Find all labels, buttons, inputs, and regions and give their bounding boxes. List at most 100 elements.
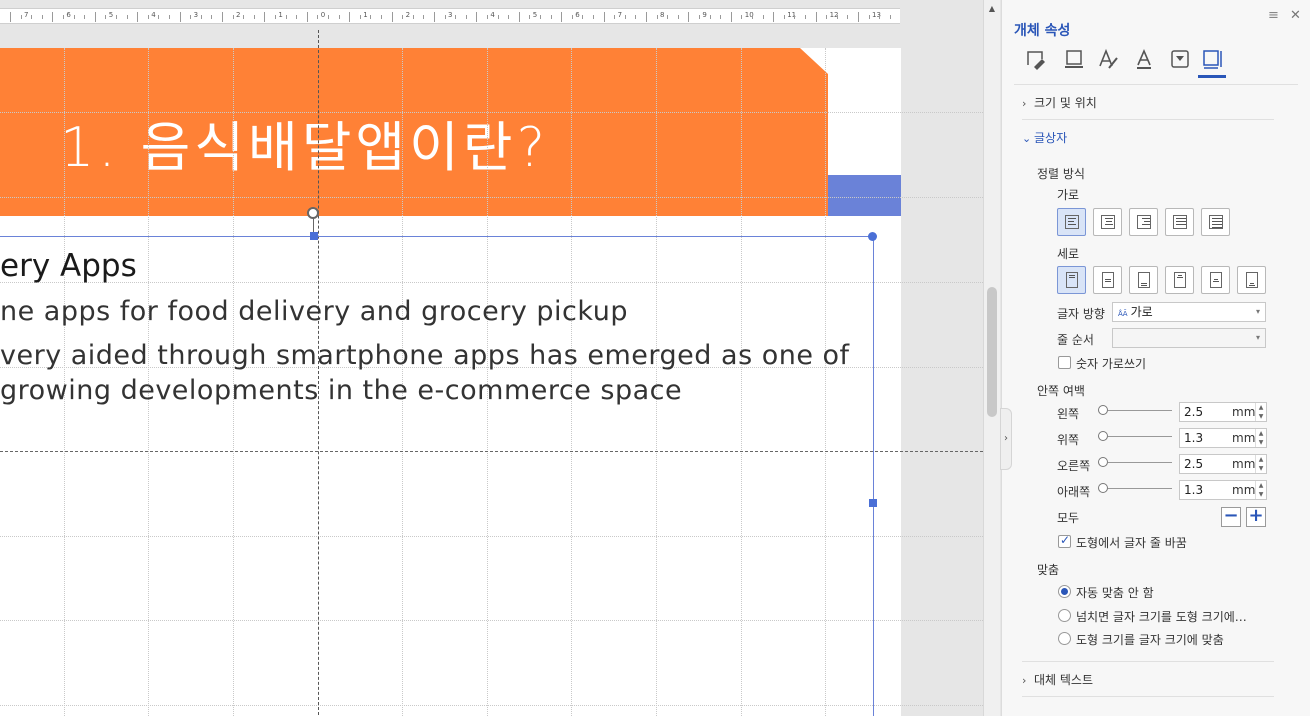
ruler-tick (677, 15, 679, 19)
ruler-tick (624, 15, 626, 19)
margin-bottom-slider[interactable] (1108, 488, 1172, 489)
valign-middle-button[interactable] (1093, 266, 1122, 294)
ruler-tick (179, 12, 181, 22)
valign-top-icon (1066, 272, 1078, 288)
resize-handle-top[interactable] (310, 232, 318, 240)
margin-left-value[interactable]: 2.5 (1184, 405, 1203, 419)
ruler-tick (105, 15, 107, 19)
ruler-tick (317, 15, 319, 19)
margin-right-value[interactable]: 2.5 (1184, 457, 1203, 471)
textbox-heading[interactable]: ery Apps (0, 248, 137, 284)
valign-top-button[interactable] (1057, 266, 1086, 294)
spin-arrows-icon[interactable]: ▲ ▼ (1255, 403, 1266, 421)
margin-left-input[interactable]: 2.5 mm ▲ ▼ (1179, 402, 1267, 422)
valign-center-button[interactable] (1201, 266, 1230, 294)
margin-left-slider-knob[interactable] (1098, 405, 1108, 415)
tab-text-style[interactable] (1094, 48, 1122, 78)
ruler-tick (836, 15, 838, 19)
textbox-line[interactable]: growing developments in the e-commerce s… (0, 375, 682, 406)
text-direction-select[interactable]: ÅĀ 가로 ▾ (1112, 302, 1266, 322)
line-order-select[interactable]: ▾ (1112, 328, 1266, 348)
chevron-down-icon: ▾ (1255, 307, 1260, 316)
wrap-text-checkbox[interactable] (1058, 533, 1071, 548)
slide-title[interactable]: 1. 음식배달앱이란? (60, 103, 549, 182)
valign-bottom-button[interactable] (1129, 266, 1158, 294)
panel-collapse-toggle[interactable]: › (1000, 408, 1012, 470)
margin-top-input[interactable]: 1.3 mm ▲ ▼ (1179, 428, 1267, 448)
resize-handle-top-right[interactable] (868, 232, 877, 241)
ruler-tick (815, 12, 817, 22)
ruler-number: 3 (448, 11, 453, 19)
ruler-number: 2 (236, 11, 241, 19)
margin-right-input[interactable]: 2.5 mm ▲ ▼ (1179, 454, 1267, 474)
ruler-tick (264, 12, 266, 22)
scrollbar-thumb[interactable] (987, 287, 997, 417)
fit-option-radio[interactable] (1058, 609, 1071, 622)
minus-icon[interactable]: − (1221, 507, 1241, 527)
valign-top-center-button[interactable] (1165, 266, 1194, 294)
align-right-button[interactable] (1129, 208, 1158, 236)
spin-arrows-icon[interactable]: ▲ ▼ (1255, 481, 1266, 499)
divider (1022, 696, 1274, 697)
valign-bottom-center-button[interactable] (1237, 266, 1266, 294)
ruler-tick (10, 12, 11, 22)
spin-arrows-icon[interactable]: ▲ ▼ (1255, 429, 1266, 447)
vertical-scrollbar[interactable]: ▲ (983, 0, 1000, 716)
accent-band[interactable] (828, 175, 901, 216)
fit-option-radio[interactable] (1058, 585, 1071, 598)
section-textbox[interactable]: ⌄ 글상자 (1022, 129, 1067, 146)
ruler-tick (720, 15, 722, 19)
section-alt-text[interactable]: › 대체 텍스트 (1022, 671, 1093, 688)
margin-top-value[interactable]: 1.3 (1184, 431, 1203, 445)
align-distribute-icon (1209, 215, 1223, 229)
slide-canvas[interactable]: 7 6 5 4 3 2 1 0 1 2 3 4 5 6 7 8 9 10 11 12 13 1. 음식배달앱이란? er… (0, 0, 983, 716)
margin-top-slider-knob[interactable] (1098, 431, 1108, 441)
align-right-icon (1137, 215, 1151, 229)
ruler-tick (635, 15, 637, 19)
align-distribute-button[interactable] (1201, 208, 1230, 236)
fit-option-label[interactable]: 넘치면 글자 크기를 도형 크기에… (1076, 608, 1247, 625)
fit-option-radio[interactable] (1058, 632, 1071, 645)
align-left-button[interactable] (1057, 208, 1086, 236)
ruler-tick (147, 15, 149, 19)
hamburger-icon[interactable]: ≡ (1268, 8, 1279, 23)
close-icon[interactable]: ✕ (1290, 8, 1301, 23)
chevron-down-icon: ▾ (1255, 333, 1260, 342)
horizontal-ruler[interactable]: 7 6 5 4 3 2 1 0 1 2 3 4 5 6 7 8 9 10 11 12 13 (0, 8, 900, 24)
align-justify-button[interactable] (1165, 208, 1194, 236)
ruler-tick (243, 15, 245, 19)
scroll-up-arrow-icon[interactable]: ▲ (984, 2, 1000, 16)
margin-right-slider-knob[interactable] (1098, 457, 1108, 467)
ruler-tick (508, 15, 510, 19)
margin-bottom-value[interactable]: 1.3 (1184, 483, 1203, 497)
tab-textbox[interactable] (1198, 48, 1226, 78)
tab-effect[interactable] (1166, 48, 1194, 78)
tab-fill[interactable] (1022, 48, 1050, 78)
fit-option-label[interactable]: 자동 맞춤 안 함 (1076, 584, 1154, 601)
tab-line[interactable] (1060, 48, 1088, 78)
spin-arrows-icon[interactable]: ▲ ▼ (1255, 455, 1266, 473)
align-center-icon (1101, 215, 1115, 229)
unit-label: mm (1232, 431, 1256, 445)
divider (1014, 84, 1298, 85)
margin-top-slider[interactable] (1108, 436, 1172, 437)
margin-all-label: 모두 (1057, 511, 1080, 525)
number-horizontal-checkbox[interactable] (1058, 356, 1071, 369)
fit-option-label[interactable]: 도형 크기를 글자 크기에 맞춤 (1076, 631, 1224, 648)
ruler-tick (116, 15, 117, 19)
ruler-number: 4 (151, 11, 156, 19)
align-center-button[interactable] (1093, 208, 1122, 236)
section-size-position[interactable]: › 크기 및 위치 (1022, 94, 1097, 111)
ruler-number: 6 (66, 11, 71, 19)
resize-handle-right[interactable] (869, 499, 877, 507)
tab-text-outline[interactable] (1130, 48, 1158, 78)
textbox-line[interactable]: very aided through smartphone apps has e… (0, 340, 850, 371)
margin-right-slider[interactable] (1108, 462, 1172, 463)
fill-icon (1027, 51, 1045, 70)
ruler-tick (561, 12, 563, 22)
margin-bottom-slider-knob[interactable] (1098, 483, 1108, 493)
margin-bottom-input[interactable]: 1.3 mm ▲ ▼ (1179, 480, 1267, 500)
margin-left-slider[interactable] (1108, 410, 1172, 411)
textbox-line[interactable]: ne apps for food delivery and grocery pi… (0, 296, 628, 327)
plus-icon[interactable]: + (1246, 507, 1266, 527)
